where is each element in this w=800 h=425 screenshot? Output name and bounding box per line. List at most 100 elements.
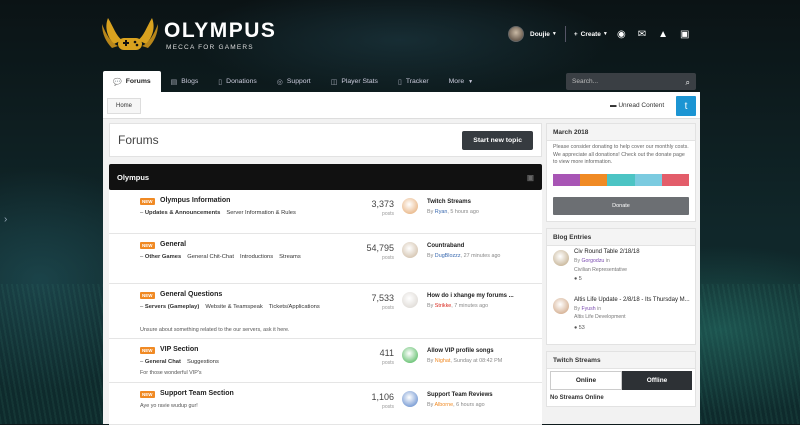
post-count: 411 <box>379 348 394 358</box>
donation-text: Please consider donating to help cover o… <box>553 144 689 165</box>
last-post-title[interactable]: How do i xhange my forums ... <box>427 293 514 299</box>
collapse-icon[interactable]: ▣ <box>527 173 534 182</box>
comment-icon: ● <box>574 324 578 331</box>
last-post-meta: By Strikke, 7 minutes ago <box>427 303 489 309</box>
globe-icon[interactable]: ◉ <box>617 29 626 40</box>
tab-tracker[interactable]: ▯ Tracker <box>388 71 439 92</box>
blog-name[interactable]: Civilian Representative <box>574 267 627 273</box>
last-post-meta: By Nighat, Sunday at 08:42 PM <box>427 358 503 364</box>
start-new-topic-button[interactable]: Start new topic <box>462 130 533 150</box>
forum-title[interactable]: Support Team Section <box>160 390 234 397</box>
new-badge: NEW <box>140 292 155 299</box>
blog-author-link[interactable]: Gorgodzu <box>582 258 605 264</box>
site-logo[interactable]: OLYMPUS MECCA FOR GAMERS <box>100 14 276 56</box>
unread-content-link[interactable]: ▬ Unread Content <box>610 102 664 109</box>
subforum-link[interactable]: Tickets/Applications <box>269 304 320 310</box>
posts-label: posts <box>382 255 394 261</box>
tab-offline[interactable]: Offline <box>622 370 692 390</box>
posts-label: posts <box>382 211 394 217</box>
forum-title[interactable]: General <box>160 241 186 248</box>
forum-title[interactable]: Olympus Information <box>160 197 230 204</box>
tab-support[interactable]: ◎ Support <box>267 71 321 92</box>
tab-player-stats[interactable]: ◫ Player Stats <box>321 71 388 92</box>
forum-row: NEW VIP Section – General Chat Suggestions F… <box>109 339 542 383</box>
tab-online[interactable]: Online <box>550 370 622 390</box>
breadcrumb-home[interactable]: Home <box>107 98 142 114</box>
subforum-link[interactable]: Server Information & Rules <box>226 210 296 216</box>
posts-label: posts <box>382 404 394 410</box>
user-avatar[interactable] <box>508 26 524 42</box>
last-post-title[interactable]: Allow VIP profile songs <box>427 348 494 354</box>
last-post-user[interactable]: Alborne <box>435 402 454 408</box>
category-title[interactable]: Olympus <box>117 173 149 182</box>
forum-row: NEW Support Team Section Aye yo ravie wudu… <box>109 383 542 425</box>
twitter-button[interactable]: t <box>676 96 696 116</box>
page-title: Forums <box>118 133 159 147</box>
subforum-link[interactable]: Servers (Gameplay) <box>145 304 199 310</box>
blog-entries-widget: Blog Entries Civ Round Table 2/18/18 By … <box>546 227 696 345</box>
donation-title: March 2018 <box>547 124 695 141</box>
tab-blogs[interactable]: ▤ Blogs <box>161 71 209 92</box>
chat-icon[interactable]: ✉ <box>638 29 646 40</box>
last-poster-avatar[interactable] <box>402 292 418 308</box>
blog-entry: Altis Life Update - 2/8/18 - Its Thursda… <box>547 294 695 344</box>
last-post-title[interactable]: Countraband <box>427 243 464 249</box>
subforum-link[interactable]: General Chit-Chat <box>187 254 234 260</box>
blog-author-avatar[interactable] <box>553 297 569 314</box>
last-poster-avatar[interactable] <box>402 391 418 407</box>
forum-row: NEW General Questions – Servers (Gameplay)… <box>109 284 542 339</box>
create-menu[interactable]: Create <box>581 31 601 38</box>
comments-icon: 💬 <box>113 78 122 86</box>
username-menu[interactable]: Doujie <box>530 31 550 38</box>
blog-author-link[interactable]: Fyush <box>582 306 596 312</box>
last-post-user[interactable]: Ryan <box>435 209 448 215</box>
donation-segment <box>607 173 635 186</box>
last-post-user[interactable]: Nighat <box>435 358 451 364</box>
last-poster-avatar[interactable] <box>402 347 418 363</box>
blog-author-avatar[interactable] <box>553 249 569 266</box>
category-header: Olympus ▣ <box>109 164 542 190</box>
alert-icon[interactable]: ▲ <box>658 29 668 40</box>
blog-entry-title[interactable]: Civ Round Table 2/18/18 <box>574 249 640 255</box>
site-title: OLYMPUS <box>164 19 277 42</box>
subforum-link[interactable]: Streams <box>279 254 301 260</box>
subforum-link[interactable]: Other Games <box>145 254 181 260</box>
search-icon[interactable]: ⌕ <box>686 78 690 87</box>
post-count: 7,533 <box>371 293 394 303</box>
forum-title[interactable]: VIP Section <box>160 346 198 353</box>
last-poster-avatar[interactable] <box>402 242 418 258</box>
subforum-link[interactable]: General Chat <box>145 359 181 365</box>
donate-button[interactable]: Donate <box>553 196 689 215</box>
donation-segment <box>634 173 662 186</box>
last-post-user[interactable]: Strikke <box>435 303 451 309</box>
last-post-meta: By DugBlozzz, 27 minutes ago <box>427 253 501 259</box>
chevron-right-icon[interactable]: › <box>4 214 7 225</box>
new-badge: NEW <box>140 198 155 205</box>
blog-entry-title[interactable]: Altis Life Update - 2/8/18 - Its Thursda… <box>574 297 690 303</box>
last-poster-avatar[interactable] <box>402 198 418 214</box>
site-tagline: MECCA FOR GAMERS <box>166 44 254 51</box>
comment-count: ● 5 <box>574 275 582 282</box>
subforum-list: – General Chat Suggestions <box>140 358 340 367</box>
document-icon: ▯ <box>218 78 223 86</box>
last-post-title[interactable]: Twitch Streams <box>427 199 471 205</box>
tab-forums[interactable]: 💬 Forums <box>103 71 161 92</box>
post-count: 1,106 <box>371 392 394 402</box>
search-input[interactable]: Search... ⌕ <box>566 73 696 90</box>
posts-label: posts <box>382 360 394 366</box>
subforum-link[interactable]: Updates & Announcements <box>145 210 220 216</box>
last-post-user[interactable]: DugBlozzz <box>435 253 461 259</box>
blog-name[interactable]: Altis Life Development <box>574 314 626 320</box>
subforum-link[interactable]: Website & Teamspeak <box>205 304 262 310</box>
image-icon[interactable]: ▣ <box>680 29 689 40</box>
tab-more[interactable]: More ▼ <box>439 71 483 92</box>
last-post-title[interactable]: Support Team Reviews <box>427 392 493 398</box>
subforum-link[interactable]: Suggestions <box>187 359 219 365</box>
tab-donations[interactable]: ▯ Donations <box>208 71 266 92</box>
forum-title[interactable]: General Questions <box>160 291 222 298</box>
breadcrumb: Home ▬ Unread Content t <box>103 92 700 119</box>
forum-description: For those wonderful VIP's <box>140 370 202 376</box>
new-badge: NEW <box>140 347 155 354</box>
last-post-meta: By Alborne, 6 hours ago <box>427 402 485 408</box>
subforum-link[interactable]: Introductions <box>240 254 273 260</box>
